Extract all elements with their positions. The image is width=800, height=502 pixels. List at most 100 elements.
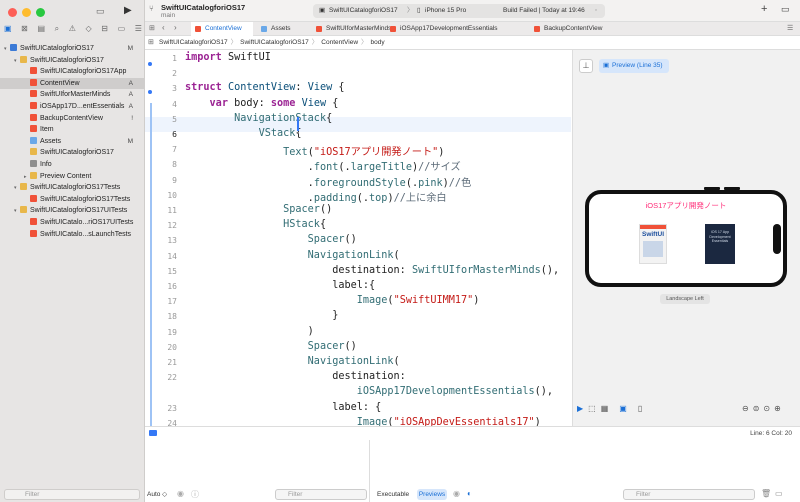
sidebar-item[interactable]: ▾ SwiftUICatalogforiOS17UITests: [0, 205, 145, 217]
editor-tab[interactable]: iOSApp17DevelopmentEssentials: [386, 22, 526, 36]
preview-status-icon[interactable]: ◐: [467, 489, 472, 498]
code-line[interactable]: iOSApp17DevelopmentEssentials(),: [185, 386, 553, 397]
editor-options-icon[interactable]: ☰: [787, 24, 793, 32]
code-line[interactable]: NavigationLink(: [185, 250, 400, 261]
sidebar-item[interactable]: Info: [0, 159, 145, 171]
sidebar-item[interactable]: Assets M: [0, 136, 145, 148]
ios-dev-book-image[interactable]: iOS 17 App Development Essentials: [705, 224, 735, 264]
breakpoints-icon[interactable]: ▭: [118, 24, 126, 34]
breadcrumb-item[interactable]: ContentView: [321, 39, 358, 46]
pin-icon[interactable]: ⊥: [579, 59, 593, 73]
eye-icon[interactable]: ◉: [177, 489, 184, 498]
breadcrumb-item[interactable]: body: [371, 39, 385, 46]
reports-icon[interactable]: ☰: [135, 24, 142, 34]
code-line[interactable]: var body: some View {: [185, 98, 339, 109]
code-line[interactable]: VStack{: [185, 128, 302, 139]
editor-tab[interactable]: BackupContentView: [530, 22, 640, 36]
issues-icon[interactable]: ⚠: [69, 24, 76, 34]
sidebar-item[interactable]: Item: [0, 124, 145, 136]
preview-selector[interactable]: ▣ Preview (Line 35): [599, 59, 669, 73]
selectable-mode-icon[interactable]: ⬚: [588, 404, 596, 413]
swiftui-book-image[interactable]: SwiftUI: [639, 224, 667, 264]
code-line[interactable]: Spacer(): [185, 234, 357, 245]
back-arrow-icon[interactable]: ‹: [162, 23, 165, 32]
sidebar-item[interactable]: ▾ SwiftUICatalogforiOS17: [0, 55, 145, 67]
device-settings-icon[interactable]: ▣: [619, 404, 627, 413]
editor-tab[interactable]: ContentView: [191, 22, 253, 36]
breadcrumb-item[interactable]: SwiftUICatalogforiOS17: [240, 39, 309, 46]
breadcrumb-item[interactable]: SwiftUICatalogforiOS17: [159, 39, 228, 46]
scheme-selector[interactable]: SwiftUICatalogforiOS17: [329, 4, 398, 18]
sidebar-item[interactable]: BackupContentView!: [0, 113, 145, 125]
code-line[interactable]: NavigationLink(: [185, 356, 400, 367]
zoom-100-icon[interactable]: ⊙: [763, 404, 770, 413]
sidebar-item[interactable]: SwiftUICatalogforiOS17App: [0, 66, 145, 78]
sidebar-item[interactable]: SwiftUICatalogforiOS17Tests: [0, 194, 145, 206]
related-items-icon[interactable]: ⊞: [149, 24, 155, 32]
code-line[interactable]: struct ContentView: View {: [185, 82, 345, 93]
console-filter-input[interactable]: Filter: [623, 489, 755, 500]
find-icon[interactable]: ⌕: [55, 24, 59, 34]
split-view-icon[interactable]: ▭: [775, 489, 783, 498]
tab-previews[interactable]: Previews: [417, 489, 447, 500]
variables-scope-selector[interactable]: Auto ◇: [147, 490, 167, 498]
sidebar-item[interactable]: ▾ SwiftUICatalogforiOS17 M: [0, 43, 145, 55]
debug-icon[interactable]: ⊟: [101, 24, 108, 34]
code-line[interactable]: destination:: [185, 371, 406, 382]
code-line[interactable]: Spacer(): [185, 341, 357, 352]
related-files-icon[interactable]: ⊞: [148, 36, 154, 50]
code-line[interactable]: Text("iOS17アプリ開発ノート"): [185, 143, 444, 158]
code-line[interactable]: label:{: [185, 280, 375, 291]
trash-icon[interactable]: 🗑: [761, 489, 771, 498]
device-icon[interactable]: ▯: [638, 404, 642, 413]
code-line[interactable]: ): [185, 326, 314, 337]
code-line[interactable]: .foregroundStyle(.pink)//色: [185, 174, 472, 189]
live-preview-icon[interactable]: ▶: [577, 404, 583, 413]
editor-tab[interactable]: SwiftUIforMasterMinds: [312, 22, 391, 36]
code-line[interactable]: Spacer(): [185, 204, 332, 215]
code-line[interactable]: import SwiftUI: [185, 52, 271, 63]
code-line[interactable]: label: {: [185, 402, 381, 413]
sidebar-item[interactable]: ▾ SwiftUICatalogforiOS17Tests: [0, 182, 145, 194]
debug-area-toggle-icon[interactable]: [149, 430, 157, 436]
variants-icon[interactable]: ▦: [601, 404, 609, 413]
close-window-button[interactable]: [8, 8, 17, 17]
sidebar-toggle-icon[interactable]: ▭: [96, 6, 105, 17]
device-selector[interactable]: iPhone 15 Pro: [425, 4, 466, 18]
code-line[interactable]: .font(.largeTitle)//サイズ: [185, 158, 461, 173]
code-line[interactable]: destination: SwiftUIforMasterMinds(),: [185, 265, 559, 276]
info-icon[interactable]: ⓘ: [191, 489, 199, 500]
navigator-filter-input[interactable]: Filter: [4, 489, 140, 500]
code-line[interactable]: Image("iOSAppDevEssentials17"): [185, 417, 541, 426]
sidebar-item[interactable]: SwiftUICatalogforiOS17: [0, 147, 145, 159]
sidebar-item[interactable]: SwiftUICatalo...sLaunchTests: [0, 229, 145, 241]
tests-icon[interactable]: ◇: [86, 24, 92, 34]
zoom-fit-icon[interactable]: ⊜: [753, 404, 760, 413]
project-navigator-icon[interactable]: ▣: [4, 24, 12, 34]
run-button[interactable]: ▶: [124, 5, 132, 16]
zoom-window-button[interactable]: [36, 8, 45, 17]
forward-arrow-icon[interactable]: ›: [174, 23, 177, 32]
source-editor[interactable]: 1 import SwiftUI 2 3 struct ContentView: Vie…: [145, 50, 571, 426]
bookmarks-icon[interactable]: ▤: [37, 24, 45, 34]
code-line[interactable]: .padding(.top)//上に余白: [185, 189, 447, 204]
sidebar-item[interactable]: ▸ Preview Content: [0, 171, 145, 183]
inspector-toggle-icon[interactable]: ▭: [781, 4, 790, 15]
zoom-in-icon[interactable]: ⊕: [774, 404, 781, 413]
code-fold-ribbon[interactable]: [150, 103, 152, 426]
sidebar-item[interactable]: SwiftUIforMasterMinds A: [0, 89, 145, 101]
editor-tab[interactable]: Assets: [257, 22, 309, 36]
minimize-window-button[interactable]: [22, 8, 31, 17]
sidebar-item[interactable]: SwiftUICatalo...riOS17UITests: [0, 217, 145, 229]
code-line[interactable]: }: [185, 310, 338, 321]
sidebar-item[interactable]: iOSApp17D...entEssentials A: [0, 101, 145, 113]
eye-icon[interactable]: ◉: [453, 489, 460, 498]
source-control-icon[interactable]: ⊠: [21, 24, 28, 34]
code-line[interactable]: HStack{: [185, 219, 326, 230]
device-preview[interactable]: iOS17アプリ開発ノート SwiftUI iOS 17 App Develop…: [585, 190, 787, 287]
variables-filter-input[interactable]: Filter: [275, 489, 367, 500]
add-editor-icon[interactable]: +: [761, 3, 767, 15]
code-line[interactable]: NavigationStack{: [185, 113, 332, 124]
activity-viewer[interactable]: ▣ SwiftUICatalogforiOS17 〉 ▯ iPhone 15 P…: [313, 4, 605, 18]
tab-executable[interactable]: Executable: [377, 491, 409, 498]
